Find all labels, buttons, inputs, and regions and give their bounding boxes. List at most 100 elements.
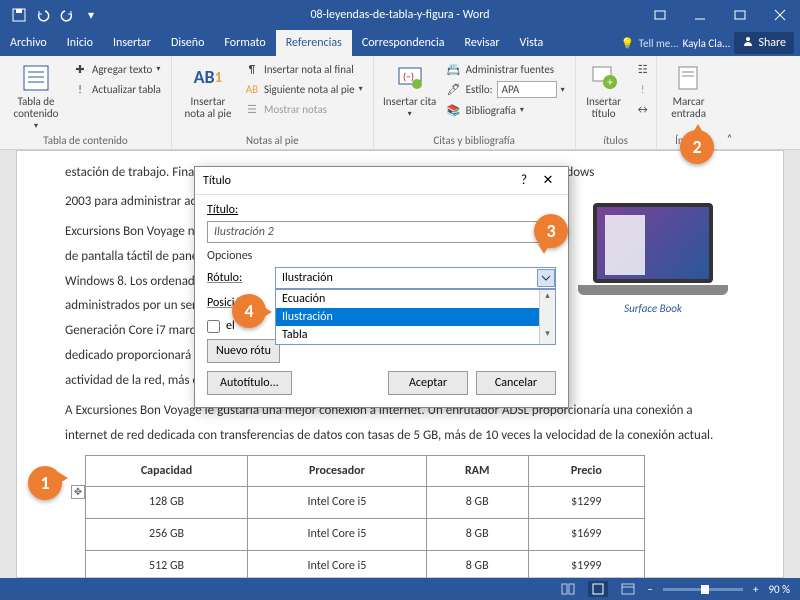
undo-icon[interactable] (34, 6, 52, 24)
table-header: Capacidad (86, 455, 248, 487)
ok-button[interactable]: Aceptar (388, 371, 468, 395)
data-table[interactable]: CapacidadProcesadorRAMPrecio 128 GBIntel… (85, 455, 645, 578)
update-table-button[interactable]: !Actualizar tabla (70, 80, 163, 98)
document-title: 08-leyendas-de-tabla-y-figura - Word (310, 8, 489, 22)
scroll-down-icon[interactable]: ▾ (540, 328, 555, 344)
mark-entry-icon (673, 62, 705, 94)
bibliography-button[interactable]: 📚Bibliografía▾ (444, 101, 567, 119)
caption-dialog: Título ? ✕ Título: Ilustración 2 Opcione… (194, 166, 569, 408)
svg-text:+: + (607, 76, 613, 90)
zoom-in-button[interactable]: + (753, 583, 758, 596)
share-button[interactable]: Share (734, 32, 794, 54)
tab-insertar[interactable]: Insertar (103, 30, 161, 56)
dropdown-option[interactable]: Ecuación (276, 290, 555, 308)
group-captions: + Insertar título ☷ ! ↔ ítulos (576, 56, 657, 149)
table-row[interactable]: 512 GBIntel Core i58 GB$1999 (86, 550, 645, 578)
dropdown-option[interactable]: Tabla (276, 326, 555, 344)
label-combobox[interactable]: Ilustración (275, 267, 556, 289)
ribbon: Tabla de contenido ▾ ✚Agregar texto▾ !Ac… (0, 56, 800, 150)
exclude-label-checkbox[interactable] (207, 320, 220, 333)
zoom-slider[interactable] (663, 588, 743, 591)
next-footnote-icon: AB (244, 81, 260, 97)
figure-laptop[interactable]: Surface Book (573, 203, 733, 320)
add-text-button[interactable]: ✚Agregar texto▾ (70, 60, 163, 78)
chevron-down-icon: ▾ (34, 122, 38, 131)
chevron-down-icon[interactable] (537, 269, 555, 287)
zoom-out-button[interactable]: − (648, 583, 653, 596)
dialog-title: Título (203, 174, 512, 188)
manage-sources-button[interactable]: 📇Administrar fuentes (444, 60, 567, 78)
svg-text:(−): (−) (403, 70, 414, 83)
tab-correspondencia[interactable]: Correspondencia (352, 30, 455, 56)
user-name[interactable]: Kayla Cla... (683, 37, 731, 50)
zoom-thumb[interactable] (701, 585, 709, 594)
table-move-handle-icon[interactable]: ✥ (71, 485, 85, 499)
update-tof-button[interactable]: ! (634, 80, 652, 98)
collapse-ribbon-icon[interactable]: ˄ (721, 56, 739, 149)
ribbon-options-icon[interactable] (640, 0, 680, 30)
dropdown-scrollbar[interactable]: ▴ ▾ (539, 290, 555, 344)
share-icon (742, 35, 754, 51)
minimize-icon[interactable] (680, 0, 720, 30)
group-citations: (−) Insertar cita ▾ 📇Administrar fuentes… (374, 56, 576, 149)
tab-vista[interactable]: Vista (510, 30, 554, 56)
tab-archivo[interactable]: Archivo (0, 30, 57, 56)
figure-caption: Surface Book (573, 299, 733, 320)
toc-button[interactable]: Tabla de contenido ▾ (8, 60, 64, 132)
tab-diseño[interactable]: Diseño (161, 30, 214, 56)
callout-badge-1: 1 (28, 466, 62, 500)
insert-citation-button[interactable]: (−) Insertar cita ▾ (382, 60, 438, 132)
insert-footnote-button[interactable]: AB1 Insertar nota al pie (180, 60, 236, 132)
citation-icon: (−) (394, 62, 426, 94)
label-rotulo: Rótulo: (207, 271, 269, 285)
qat-customize-icon[interactable]: ▾ (82, 6, 100, 24)
save-icon[interactable] (10, 6, 28, 24)
tab-formato[interactable]: Formato (214, 30, 275, 56)
caption-label: Título: (207, 203, 556, 217)
show-notes-icon: ☰ (244, 101, 260, 117)
new-label-button[interactable]: Nuevo rótu (207, 339, 280, 363)
close-icon[interactable] (760, 0, 800, 30)
update-tof-icon: ! (636, 81, 650, 97)
cross-reference-button[interactable]: ↔ (634, 100, 652, 118)
callout-badge-2: 2 (680, 130, 714, 164)
table-header: RAM (426, 455, 528, 487)
insert-caption-button[interactable]: + Insertar título (580, 60, 628, 132)
title-bar: ▾ 08-leyendas-de-tabla-y-figura - Word (0, 0, 800, 30)
insert-endnote-button[interactable]: ¶Insertar nota al final (242, 60, 365, 78)
tab-referencias[interactable]: Referencias (276, 30, 352, 56)
read-mode-icon[interactable] (558, 581, 578, 597)
footnote-icon: AB1 (192, 62, 224, 94)
table-row[interactable]: 128 GBIntel Core i58 GB$1299 (86, 487, 645, 519)
scroll-up-icon[interactable]: ▴ (540, 290, 555, 306)
update-icon: ! (72, 81, 88, 97)
ribbon-tabs: ArchivoInicioInsertarDiseñoFormatoRefere… (0, 30, 800, 56)
tab-inicio[interactable]: Inicio (57, 30, 103, 56)
redo-icon[interactable] (58, 6, 76, 24)
zoom-level[interactable]: 90 % (768, 583, 790, 596)
group-label: Notas al pie (180, 132, 365, 147)
cancel-button[interactable]: Cancelar (476, 371, 556, 395)
tab-revisar[interactable]: Revisar (455, 30, 510, 56)
table-row[interactable]: 256 GBIntel Core i58 GB$1699 (86, 519, 645, 551)
group-label: ítulos (580, 132, 652, 147)
caption-preview[interactable]: Ilustración 2 (207, 221, 556, 243)
tell-me-search[interactable]: 💡 Tell me... (621, 37, 679, 50)
maximize-icon[interactable] (720, 0, 760, 30)
laptop-keyboard (578, 285, 728, 295)
show-notes-button[interactable]: ☰Mostrar notas (242, 100, 365, 118)
next-footnote-button[interactable]: ABSiguiente nota al pie▾ (242, 80, 365, 98)
table-header: Precio (528, 455, 644, 487)
citation-style-select[interactable]: 🖊Estilo: APA▾ (444, 80, 567, 99)
print-layout-icon[interactable] (588, 581, 608, 597)
mark-entry-button[interactable]: Marcar entrada (665, 60, 713, 132)
lightbulb-icon: 💡 (621, 37, 635, 50)
table-of-figures-button[interactable]: ☷ (634, 60, 652, 78)
autocaption-button[interactable]: Autotítulo... (207, 371, 292, 395)
callout-badge-4: 4 (232, 294, 266, 328)
dialog-close-icon[interactable]: ✕ (536, 173, 560, 188)
dropdown-option[interactable]: Ilustración (276, 308, 555, 326)
style-icon: 🖊 (446, 82, 462, 98)
web-layout-icon[interactable] (618, 581, 638, 597)
dialog-help-icon[interactable]: ? (512, 173, 536, 188)
